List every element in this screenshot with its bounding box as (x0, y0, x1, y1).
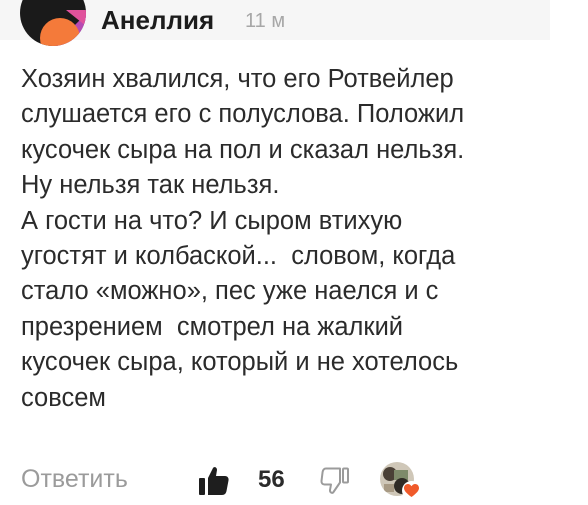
thumbs-down-icon (320, 467, 349, 494)
like-button[interactable] (198, 466, 230, 496)
comment-line: Хозяин хвалился, что его Ротвейлер (21, 65, 454, 93)
author-name[interactable]: Анеллия (101, 4, 214, 36)
comment-line: стало «можно», пес уже наелся и с (21, 277, 439, 306)
comment-body: Хозяин хвалился, что его Ротвейлер слуша… (21, 62, 576, 416)
heart-badge (402, 481, 421, 500)
comment-line: кусочек сыра, который и не хотелось (21, 348, 459, 377)
comment-line: Ну нельзя так нельзя. (21, 171, 280, 200)
comment-line: совсем (21, 383, 106, 412)
heart-icon (404, 484, 419, 497)
thumbs-up-icon (199, 467, 229, 495)
comment-line: кусочек сыра на пол и сказал нельзя. (21, 135, 465, 164)
comment-actions: Ответить 56 (0, 458, 588, 504)
comment-line: А гости на что? И сыром втихую (21, 206, 403, 235)
comment-line: слушается его с полуслова. Положил (21, 100, 465, 129)
like-count: 56 (258, 466, 285, 493)
dislike-button[interactable] (320, 467, 350, 495)
reply-button[interactable]: Ответить (21, 464, 128, 494)
comment-line: угостят и колбаской... словом, когда (21, 242, 456, 271)
comment-timestamp: 11 м (245, 10, 286, 32)
comment-line: презрением смотрел на жалкий (21, 312, 404, 341)
